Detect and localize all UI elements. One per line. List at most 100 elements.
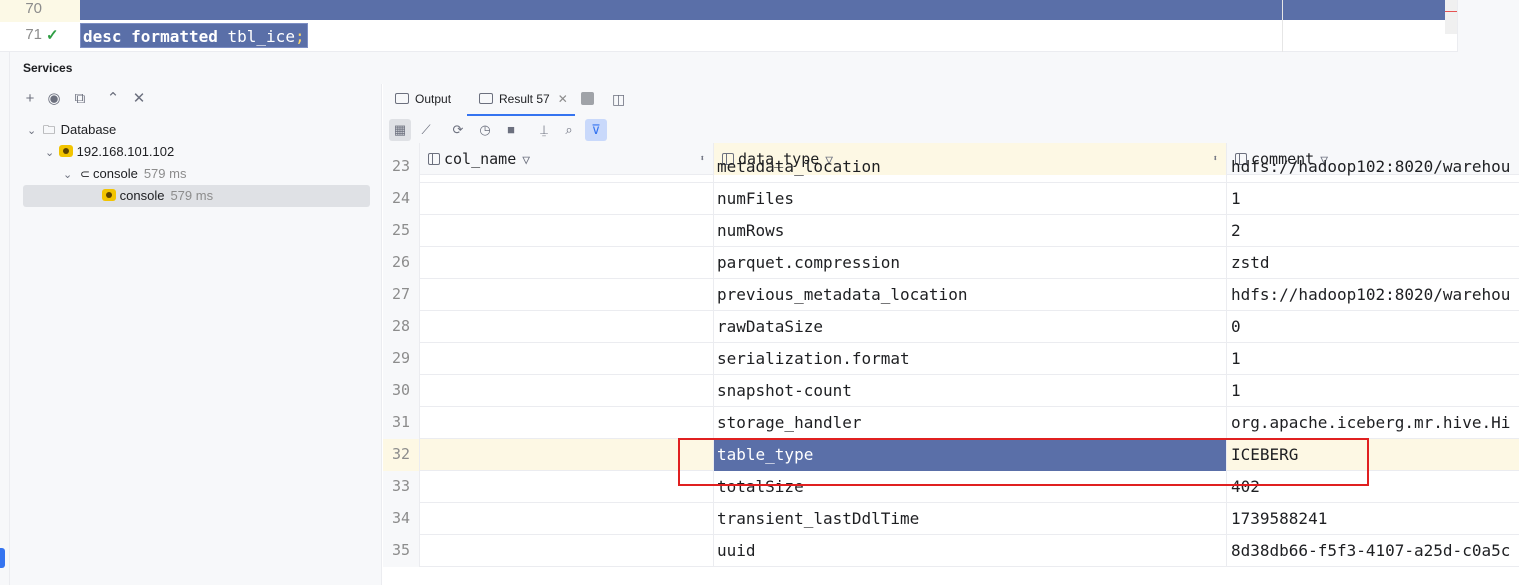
cell-col-name[interactable] [420,471,714,503]
tree-label: 192.168.101.102 [76,144,175,159]
row-number: 32 [383,439,420,471]
layout-icon[interactable]: ◫ [612,84,625,116]
sql-keyword: desc [83,27,122,46]
tab-output[interactable]: Output [395,84,451,116]
table-row[interactable]: 35 uuid 8d38db66-f5f3-4107-a25d-c0a5c [383,535,1519,567]
cell-col-name[interactable] [420,151,714,183]
selection-highlight [80,0,1282,20]
expand-all-icon[interactable]: ⌃ [102,88,124,110]
cell-comment[interactable]: 1 [1227,183,1519,215]
folder-icon: 🗀 [42,123,55,137]
tree-item-host[interactable]: ⌄ 192.168.101.102 [45,141,174,163]
hive-icon [59,145,73,157]
sql-statement[interactable]: desc formatted tbl_ice; [80,23,308,48]
collapse-all-icon[interactable]: ✕ [128,88,150,110]
cell-data-type[interactable]: numFiles [714,183,1227,215]
cell-comment[interactable]: org.apache.iceberg.mr.hive.Hi [1227,407,1519,439]
eye-icon[interactable]: ◉ [43,88,65,110]
cell-col-name[interactable] [420,375,714,407]
cell-col-name[interactable] [420,535,714,567]
cell-comment[interactable]: hdfs://hadoop102:8020/warehou [1227,279,1519,311]
table-row[interactable]: 31 storage_handler org.apache.iceberg.mr.h… [383,407,1519,439]
history-icon[interactable]: ◷ [474,119,496,141]
cell-col-name[interactable] [420,343,714,375]
cell-comment[interactable]: 2 [1227,215,1519,247]
filter-icon[interactable]: ⊽ [585,119,607,141]
cell-data-type[interactable]: metadata_location [714,151,1227,183]
row-number: 24 [383,183,420,215]
row-number: 27 [383,279,420,311]
stop-icon[interactable]: ■ [500,119,522,141]
sql-editor[interactable]: 70 71 ✓ desc formatted tbl_ice; [0,0,1519,52]
tree-item-console-group[interactable]: ⌄ ⊂ console 579 ms [63,163,186,185]
cell-comment[interactable]: 0 [1227,311,1519,343]
new-group-icon[interactable]: ⧉ [69,88,91,110]
services-title: Services [23,61,73,75]
table-row[interactable]: 29 serialization.format 1 [383,343,1519,375]
refresh-icon[interactable]: ⟳ [447,119,469,141]
search-icon[interactable]: ⌕ [558,119,580,141]
chart-view-icon[interactable]: ⟋ [415,119,437,141]
sql-terminator: ; [294,27,305,46]
row-number: 28 [383,311,420,343]
cell-data-type[interactable]: rawDataSize [714,311,1227,343]
cell-col-name[interactable] [420,311,714,343]
cell-comment[interactable]: hdfs://hadoop102:8020/warehou [1227,151,1519,183]
execution-time: 579 ms [143,166,187,181]
pin-icon[interactable]: ⍊ [533,119,555,141]
cell-col-name[interactable] [420,503,714,535]
table-row[interactable]: 23 metadata_location hdfs://hadoop102:8020… [383,151,1519,183]
row-number: 34 [383,503,420,535]
cell-comment[interactable]: 1 [1227,375,1519,407]
tree-item-console[interactable]: console 579 ms [102,185,213,207]
line-number: 71 [25,26,42,43]
table-row[interactable]: 27 previous_metadata_location hdfs://hadoo… [383,279,1519,311]
stop-icon[interactable] [581,92,594,105]
check-icon: ✓ [46,27,59,44]
table-row[interactable]: 34 transient_lastDdlTime 1739588241 [383,503,1519,535]
table-row[interactable]: 28 rawDataSize 0 [383,311,1519,343]
cell-data-type[interactable]: storage_handler [714,407,1227,439]
line-number: 70 [25,0,42,17]
left-tool-strip [0,52,10,585]
editor-line-70: 70 [0,0,1457,22]
result-grid[interactable]: col_name ▽ ⬍ data_type ▽ ⬍ comment ▽ 23 metada… [383,143,1519,585]
cell-comment[interactable]: 8d38db66-f5f3-4107-a25d-c0a5c [1227,535,1519,567]
tree-item-database[interactable]: ⌄ 🗀 Database [27,119,116,141]
cell-col-name[interactable] [420,247,714,279]
chevron-down-icon: ⌄ [63,169,73,181]
close-icon[interactable]: ✕ [558,92,568,106]
cell-col-name[interactable] [420,407,714,439]
row-number: 25 [383,215,420,247]
cell-col-name[interactable] [420,215,714,247]
table-row[interactable]: 24 numFiles 1 [383,183,1519,215]
cell-data-type[interactable]: snapshot-count [714,375,1227,407]
add-icon[interactable]: + [19,88,41,110]
cell-comment[interactable]: 1 [1227,343,1519,375]
cell-col-name[interactable] [420,439,714,471]
cell-col-name[interactable] [420,279,714,311]
tree-label: console [93,166,138,181]
cell-col-name[interactable] [420,183,714,215]
editor-scrollbar[interactable] [1445,0,1457,34]
row-number: 35 [383,535,420,567]
cell-data-type[interactable]: previous_metadata_location [714,279,1227,311]
cell-comment[interactable]: 1739588241 [1227,503,1519,535]
services-header: Services [0,52,1519,84]
cell-data-type[interactable]: serialization.format [714,343,1227,375]
row-number: 26 [383,247,420,279]
row-number: 31 [383,407,420,439]
side-badge[interactable] [0,548,5,568]
cell-data-type[interactable]: parquet.compression [714,247,1227,279]
tab-label: Result 57 [499,92,550,106]
cell-comment[interactable]: zstd [1227,247,1519,279]
table-row[interactable]: 26 parquet.compression zstd [383,247,1519,279]
cell-data-type[interactable]: numRows [714,215,1227,247]
cell-data-type[interactable]: transient_lastDdlTime [714,503,1227,535]
row-number: 30 [383,375,420,407]
cell-data-type[interactable]: uuid [714,535,1227,567]
table-row[interactable]: 25 numRows 2 [383,215,1519,247]
table-view-icon[interactable]: ▦ [389,119,411,141]
tab-result[interactable]: Result 57 ✕ [467,84,575,116]
table-row[interactable]: 30 snapshot-count 1 [383,375,1519,407]
